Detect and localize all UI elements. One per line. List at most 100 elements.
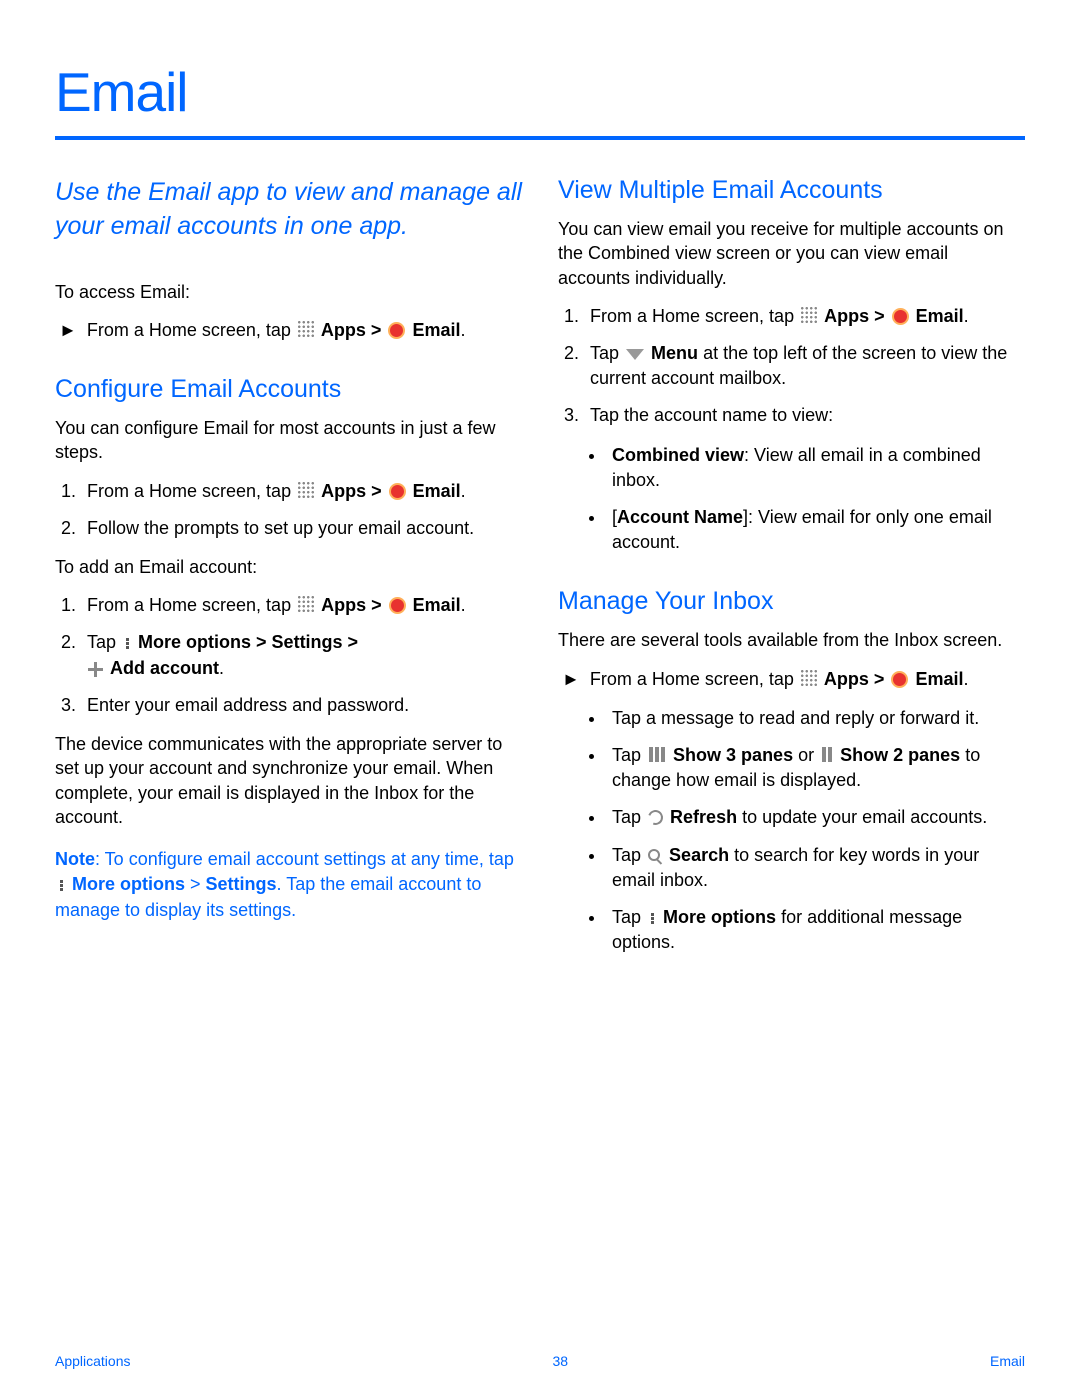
text: Tap bbox=[87, 632, 121, 652]
apps-label: Apps > bbox=[824, 669, 890, 689]
configure-intro: You can configure Email for most account… bbox=[55, 416, 522, 465]
text: Tap bbox=[612, 745, 646, 765]
plus-icon bbox=[87, 661, 103, 677]
text: Tap bbox=[612, 845, 646, 865]
more-options-label: More options > Settings > bbox=[138, 632, 358, 652]
add-intro: To add an Email account: bbox=[55, 555, 522, 579]
more-options-icon bbox=[122, 637, 132, 650]
right-column: View Multiple Email Accounts You can vie… bbox=[558, 176, 1025, 969]
view-intro: You can view email you receive for multi… bbox=[558, 217, 1025, 290]
play-marker: ► bbox=[562, 667, 580, 692]
list-item: Tap More options for additional message … bbox=[606, 905, 1025, 955]
list-item: Tap a message to read and reply or forwa… bbox=[606, 706, 1025, 731]
combined-view-label: Combined view bbox=[612, 445, 744, 465]
text: to update your email accounts. bbox=[742, 807, 987, 827]
list-item: Follow the prompts to set up your email … bbox=[81, 516, 522, 541]
left-column: Use the Email app to view and manage all… bbox=[55, 176, 522, 969]
add-steps: From a Home screen, tap Apps > Email. Ta… bbox=[55, 593, 522, 718]
email-icon bbox=[389, 483, 406, 500]
email-icon bbox=[388, 322, 405, 339]
text: to search for key words in your email in… bbox=[612, 845, 979, 890]
text: From a Home screen, tap bbox=[87, 481, 296, 501]
list-item: From a Home screen, tap Apps > Email. bbox=[584, 304, 1025, 329]
search-label: Search bbox=[669, 845, 729, 865]
more-options-icon bbox=[56, 879, 66, 892]
email-label: Email bbox=[915, 669, 963, 689]
manage-intro: There are several tools available from t… bbox=[558, 628, 1025, 652]
list-item: Tap Search to search for key words in yo… bbox=[606, 843, 1025, 893]
apps-icon bbox=[297, 595, 315, 613]
content-columns: Use the Email app to view and manage all… bbox=[55, 176, 1025, 969]
email-icon bbox=[892, 308, 909, 325]
email-label: Email bbox=[413, 481, 461, 501]
account-name-label: Account Name bbox=[617, 507, 743, 527]
apps-label: Apps > bbox=[321, 320, 387, 340]
show-3-panes-label: Show 3 panes bbox=[673, 745, 793, 765]
view-multiple-title: View Multiple Email Accounts bbox=[558, 176, 1025, 205]
view-steps: From a Home screen, tap Apps > Email. Ta… bbox=[558, 304, 1025, 429]
page-footer: Applications 38 Email bbox=[55, 1353, 1025, 1369]
footer-page-number: 38 bbox=[552, 1353, 568, 1369]
page-title: Email bbox=[55, 60, 1025, 124]
text: Tap bbox=[612, 807, 646, 827]
view-bullets: Combined view: View all email in a combi… bbox=[558, 443, 1025, 556]
refresh-icon bbox=[646, 808, 666, 828]
apps-icon bbox=[800, 306, 818, 324]
apps-icon bbox=[297, 320, 315, 338]
note-text: Note: To configure email account setting… bbox=[55, 847, 522, 923]
refresh-label: Refresh bbox=[670, 807, 737, 827]
list-item: Combined view: View all email in a combi… bbox=[606, 443, 1025, 493]
play-marker: ► bbox=[59, 318, 77, 343]
apps-label: Apps > bbox=[321, 595, 387, 615]
show-2-panes-label: Show 2 panes bbox=[840, 745, 960, 765]
apps-icon bbox=[800, 669, 818, 687]
manage-inbox-title: Manage Your Inbox bbox=[558, 587, 1025, 616]
text: From a Home screen, tap bbox=[87, 320, 296, 340]
text: : To configure email account settings at… bbox=[95, 849, 514, 869]
note-label: Note bbox=[55, 849, 95, 869]
settings-label: Settings bbox=[206, 874, 277, 894]
step-text: From a Home screen, tap Apps > Email. bbox=[590, 667, 969, 692]
list-item: Tap Refresh to update your email account… bbox=[606, 805, 1025, 830]
add-account-label: Add account bbox=[110, 658, 219, 678]
more-options-icon bbox=[647, 912, 657, 925]
list-item: Tap Show 3 panes or Show 2 panes to chan… bbox=[606, 743, 1025, 793]
dropdown-icon bbox=[626, 349, 644, 360]
menu-label: Menu bbox=[651, 343, 698, 363]
list-item: From a Home screen, tap Apps > Email. bbox=[81, 593, 522, 618]
text: Tap bbox=[590, 343, 624, 363]
text: Tap bbox=[612, 907, 646, 927]
footer-left: Applications bbox=[55, 1353, 131, 1369]
list-item: Enter your email address and password. bbox=[81, 693, 522, 718]
search-icon bbox=[648, 849, 660, 861]
text: From a Home screen, tap bbox=[590, 306, 799, 326]
email-icon bbox=[389, 597, 406, 614]
add-outro: The device communicates with the appropr… bbox=[55, 732, 522, 829]
title-rule bbox=[55, 136, 1025, 140]
step-text: From a Home screen, tap Apps > Email. bbox=[87, 318, 466, 343]
text: or bbox=[798, 745, 819, 765]
list-item: From a Home screen, tap Apps > Email. bbox=[81, 479, 522, 504]
apps-label: Apps > bbox=[824, 306, 890, 326]
list-item: [Account Name]: View email for only one … bbox=[606, 505, 1025, 555]
text: From a Home screen, tap bbox=[590, 669, 799, 689]
apps-icon bbox=[297, 481, 315, 499]
email-label: Email bbox=[916, 306, 964, 326]
intro-text: Use the Email app to view and manage all… bbox=[55, 176, 522, 244]
email-label: Email bbox=[413, 595, 461, 615]
apps-label: Apps > bbox=[321, 481, 387, 501]
access-label: To access Email: bbox=[55, 280, 522, 304]
panes3-icon bbox=[648, 744, 666, 759]
access-step: ► From a Home screen, tap Apps > Email. bbox=[55, 318, 522, 343]
email-label: Email bbox=[412, 320, 460, 340]
configure-steps: From a Home screen, tap Apps > Email. Fo… bbox=[55, 479, 522, 541]
list-item: Tap More options > Settings > Add accoun… bbox=[81, 630, 522, 680]
manage-bullets: Tap a message to read and reply or forwa… bbox=[558, 706, 1025, 956]
manage-step: ► From a Home screen, tap Apps > Email. bbox=[558, 667, 1025, 692]
footer-right: Email bbox=[990, 1353, 1025, 1369]
more-options-label: More options bbox=[663, 907, 776, 927]
panes2-icon bbox=[821, 744, 833, 759]
configure-title: Configure Email Accounts bbox=[55, 375, 522, 404]
list-item: Tap the account name to view: bbox=[584, 403, 1025, 428]
more-options-label: More options bbox=[72, 874, 185, 894]
